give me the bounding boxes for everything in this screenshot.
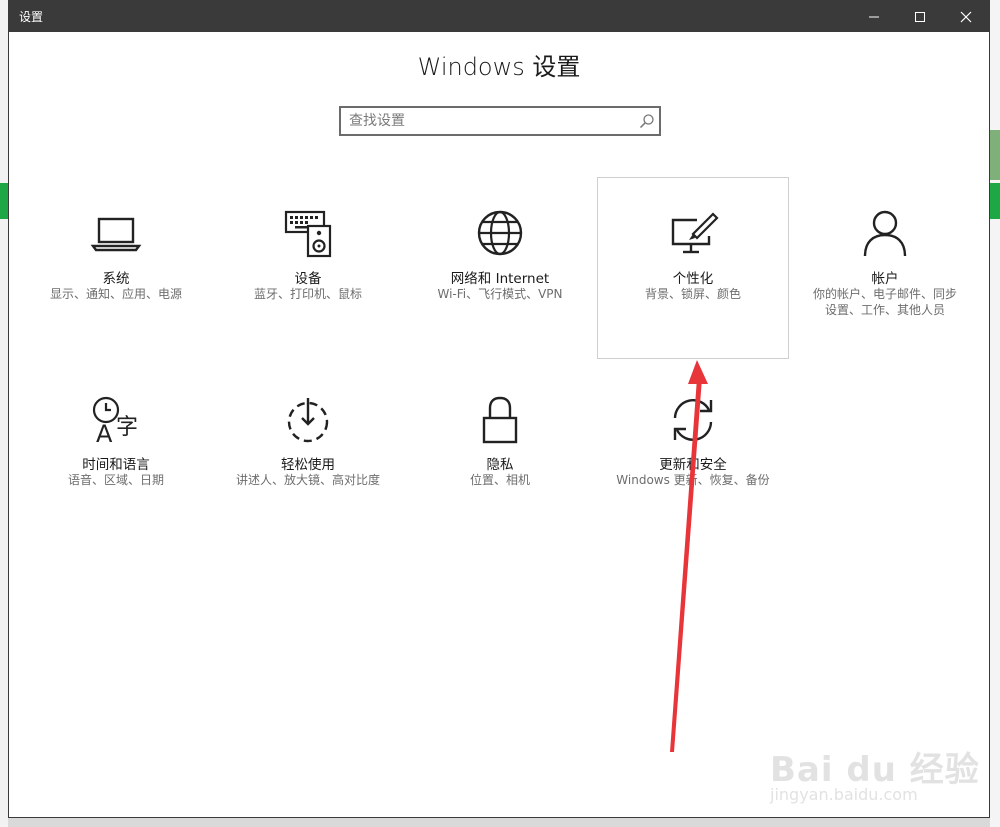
- watermark-text: Bai du 经验: [770, 750, 980, 790]
- watermark-url: jingyan.baidu.com: [770, 785, 918, 804]
- annotation-arrow: [670, 360, 708, 752]
